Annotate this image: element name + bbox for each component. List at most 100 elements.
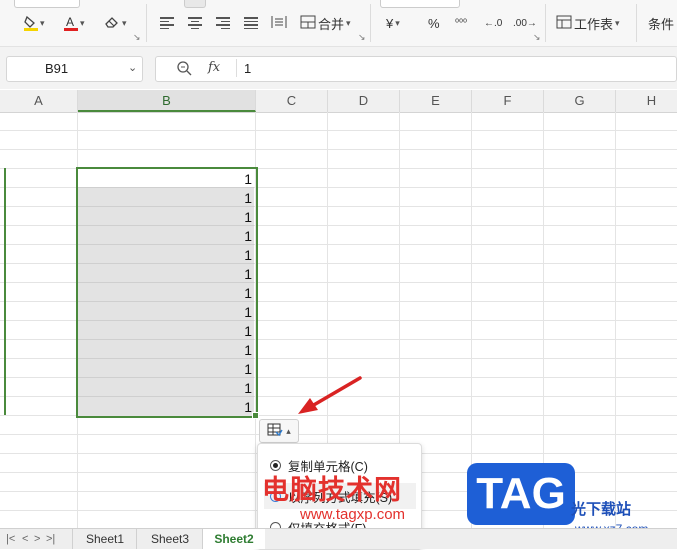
merge-label: 合并 (318, 16, 345, 32)
eraser-icon (104, 15, 120, 32)
distributed-align-icon (271, 15, 287, 32)
grid-line (615, 112, 616, 528)
column-header-h[interactable]: H (616, 90, 677, 112)
justify-button[interactable] (244, 12, 258, 34)
align-dialog-launcher-icon[interactable]: ↘ (358, 32, 366, 43)
decrease-decimal-icon: .00→ (513, 17, 537, 29)
fill-color-button[interactable]: ▾ (24, 12, 45, 34)
cell-value[interactable]: 1 (78, 264, 254, 283)
svg-text:A: A (66, 15, 74, 29)
align-left-icon (160, 17, 174, 29)
cell-value[interactable]: 1 (78, 340, 254, 359)
row-selection-marker (4, 168, 6, 415)
formula-input[interactable]: fx 1 (155, 56, 677, 82)
chevron-down-icon: ▾ (80, 17, 85, 28)
number-format-box-edge[interactable] (380, 0, 460, 8)
column-header-d[interactable]: D (328, 90, 400, 112)
conditional-format-button[interactable]: 条件 (648, 12, 674, 34)
align-right-icon (216, 17, 230, 29)
column-header-f[interactable]: F (472, 90, 544, 112)
align-center-button[interactable] (188, 12, 202, 34)
name-box[interactable]: B91 ⌄ (6, 56, 143, 82)
merge-cells-icon (300, 15, 316, 32)
ribbon-divider (146, 4, 147, 42)
function-icon[interactable]: fx (208, 60, 220, 75)
column-header-g[interactable]: G (544, 90, 616, 112)
cell-value[interactable]: 1 (78, 283, 254, 302)
cell-value[interactable]: 1 (78, 302, 254, 321)
cell-value[interactable]: 1 (78, 321, 254, 340)
distributed-align-button[interactable] (271, 12, 287, 34)
currency-symbol: ¥ (386, 15, 394, 31)
cell-value[interactable]: 1 (78, 207, 254, 226)
chevron-down-icon: ▾ (122, 17, 127, 28)
percent-symbol: % (428, 15, 440, 31)
ribbon-divider (370, 4, 371, 42)
chevron-up-icon: ▴ (286, 425, 291, 436)
thousands-separator-icon: ⁰⁰⁰ (455, 17, 468, 29)
align-left-button[interactable] (160, 12, 174, 34)
column-header-b[interactable]: B (78, 90, 256, 112)
worksheet-label: 工作表 (574, 16, 614, 32)
align-button-edge[interactable] (184, 0, 206, 8)
chevron-down-icon: ▾ (40, 17, 45, 28)
currency-format-button[interactable]: ¥ ▾ (386, 12, 400, 34)
column-header-e[interactable]: E (400, 90, 472, 112)
chevron-down-icon: ▾ (395, 17, 400, 28)
cell-value[interactable]: 1 (78, 397, 254, 416)
column-header-c[interactable]: C (256, 90, 328, 112)
formula-divider (236, 59, 237, 77)
conditional-label: 条件 (648, 16, 675, 32)
worksheet-icon (556, 15, 572, 32)
first-sheet-icon[interactable]: |< (6, 529, 15, 549)
clear-format-button[interactable]: ▾ (104, 12, 127, 34)
cell-value[interactable]: 1 (78, 226, 254, 245)
watermark-logo: TAG (467, 463, 575, 525)
align-center-icon (188, 17, 202, 29)
cell-value[interactable]: 1 (78, 245, 254, 264)
column-header-a[interactable]: A (0, 90, 78, 112)
zoom-icon[interactable] (176, 60, 192, 79)
ribbon-divider (545, 4, 546, 42)
font-name-box-edge[interactable] (14, 0, 80, 8)
fill-handle[interactable] (252, 412, 259, 419)
worksheet-button[interactable]: 工作表 ▾ (556, 12, 620, 34)
cell-value[interactable]: 1 (78, 188, 254, 207)
last-sheet-icon[interactable]: >| (46, 529, 55, 549)
sheet-tab-bar: |< < > >| Sheet1 Sheet3 Sheet2 (0, 528, 677, 549)
font-dialog-launcher-icon[interactable]: ↘ (133, 32, 141, 43)
cell-value[interactable]: 1 (78, 359, 254, 378)
ribbon-divider (636, 4, 637, 42)
align-right-button[interactable] (216, 12, 230, 34)
watermark-site-name: 电脑技术网 (262, 475, 402, 505)
next-sheet-icon[interactable]: > (34, 529, 40, 549)
justify-icon (244, 17, 258, 29)
prev-sheet-icon[interactable]: < (22, 529, 28, 549)
increase-decimal-button[interactable]: ←.0 (484, 12, 502, 34)
sheet-tab-active[interactable]: Sheet2 (202, 529, 265, 549)
ribbon-toolbar: ▾ A ▾ ▾ ↘ 合并 ▾ ↘ ¥ ▾ % ⁰⁰⁰ ←.0 .00→ ↘ 工作… (0, 0, 677, 47)
number-dialog-launcher-icon[interactable]: ↘ (533, 32, 541, 43)
chevron-down-icon: ▾ (346, 17, 351, 28)
column-headers: A B C D E F G H (0, 90, 677, 113)
cell-value[interactable]: 1 (78, 169, 254, 188)
watermark-site-url: www.tagxp.com (300, 506, 406, 523)
watermark-right-text: 光下载站 (571, 501, 632, 518)
fill-options-icon (267, 423, 283, 440)
merge-button[interactable]: 合并 ▾ (300, 12, 351, 34)
increase-decimal-icon: ←.0 (484, 17, 503, 29)
font-color-icon: A (64, 15, 78, 31)
sheet-tab[interactable]: Sheet3 (136, 529, 203, 549)
chevron-down-icon[interactable]: ⌄ (128, 61, 137, 74)
annotation-arrow-icon (298, 376, 362, 414)
decrease-decimal-button[interactable]: .00→ (513, 12, 537, 34)
sheet-tab[interactable]: Sheet1 (72, 529, 137, 549)
thousands-separator-button[interactable]: ⁰⁰⁰ (455, 12, 467, 34)
auto-fill-options-button[interactable]: ▴ (259, 419, 299, 443)
name-box-value: B91 (45, 61, 69, 76)
percent-format-button[interactable]: % (428, 12, 440, 34)
cell-value[interactable]: 1 (78, 378, 254, 397)
chevron-down-icon: ▾ (615, 17, 620, 28)
font-color-button[interactable]: A ▾ (64, 12, 85, 34)
formula-value: 1 (244, 61, 252, 76)
